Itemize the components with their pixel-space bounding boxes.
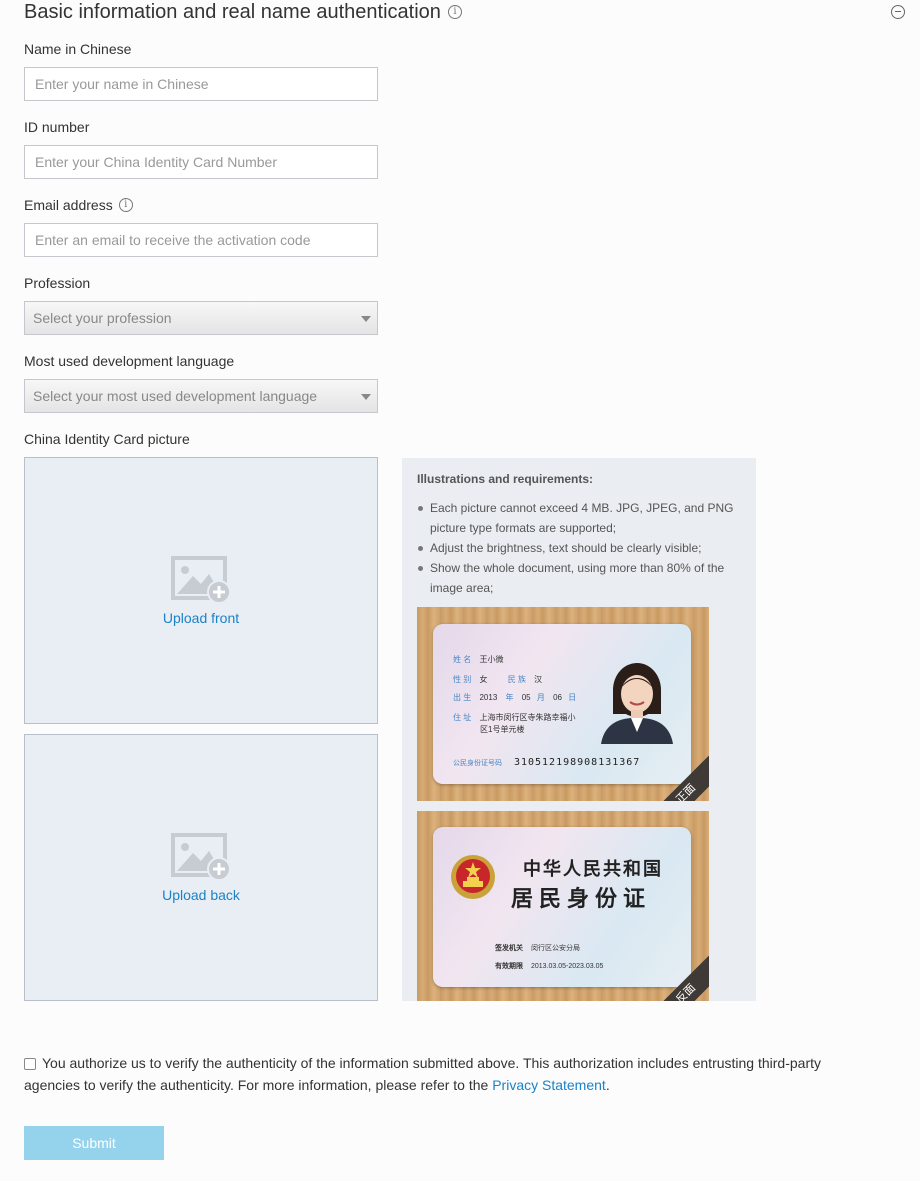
card-birth-month: 05	[521, 693, 531, 702]
profession-select-value: Select your profession	[33, 310, 172, 326]
chevron-down-icon	[361, 316, 371, 322]
email-label-text: Email address	[24, 197, 113, 213]
authorize-checkbox[interactable]	[24, 1058, 36, 1070]
authorization-statement: You authorize us to verify the authentic…	[24, 1052, 854, 1096]
illustrations-panel: Illustrations and requirements: Each pic…	[402, 458, 756, 1001]
name-label: Name in Chinese	[24, 41, 132, 57]
card-id-row: 公民身份证号码 310512198908131367	[453, 757, 640, 768]
card-valid-key: 有效期限	[495, 963, 523, 970]
list-item: Show the whole document, using more than…	[417, 558, 742, 598]
profession-label: Profession	[24, 275, 91, 291]
email-input[interactable]	[24, 223, 378, 257]
authorization-text: You authorize us to verify the authentic…	[24, 1055, 821, 1093]
card-authority-value: 闵行区公安分局	[530, 945, 580, 952]
info-icon[interactable]: i	[447, 5, 462, 19]
list-item: Adjust the brightness, text should be cl…	[417, 538, 742, 558]
id-card-back: 中华人民共和国 居民身份证 签发机关 闵行区公安分局 有效期限 2013.03.…	[433, 827, 691, 987]
card-month-key: 月	[536, 693, 545, 702]
profession-select[interactable]: Select your profession	[24, 301, 378, 335]
upload-front-area[interactable]: Upload front	[24, 457, 378, 724]
card-birth-year: 2013	[479, 693, 498, 702]
privacy-statement-link[interactable]: Privacy Statement	[492, 1077, 606, 1093]
card-ethnic-value: 汉	[534, 675, 543, 684]
submit-button[interactable]: Submit	[24, 1126, 164, 1160]
image-upload-icon	[171, 555, 231, 604]
upload-back-area[interactable]: Upload back	[24, 734, 378, 1001]
card-address-line1: 上海市闵行区寺朱路幸福小	[479, 713, 576, 722]
section-title: Basic information and real name authenti…	[24, 0, 462, 24]
id-card-front-sample: 姓 名 王小微 性 别 女 民 族 汉 出 生 2013 年 05 月 06 日…	[417, 607, 709, 801]
card-id-key: 公民身份证号码	[453, 760, 502, 767]
portrait-photo	[597, 656, 677, 744]
card-back-title1: 中华人民共和国	[523, 859, 663, 880]
language-select-value: Select your most used development langua…	[33, 388, 318, 404]
card-birth-key: 出 生	[453, 693, 472, 702]
section-title-text: Basic information and real name authenti…	[24, 0, 441, 23]
illustrations-title: Illustrations and requirements:	[417, 472, 594, 486]
card-valid-value: 2013.03.05-2023.03.05	[530, 963, 604, 970]
image-upload-icon	[171, 832, 231, 881]
info-icon[interactable]: i	[118, 198, 133, 212]
national-emblem-icon	[449, 853, 497, 901]
id-number-input[interactable]	[24, 145, 378, 179]
id-card-back-sample: 中华人民共和国 居民身份证 签发机关 闵行区公安分局 有效期限 2013.03.…	[417, 811, 709, 1001]
card-birth-day: 06	[553, 693, 563, 702]
chevron-down-icon	[361, 394, 371, 400]
card-back-title2: 居民身份证	[511, 886, 652, 912]
card-authority-key: 签发机关	[495, 945, 523, 952]
card-sex-key: 性 别	[453, 675, 472, 684]
card-year-key: 年	[505, 693, 514, 702]
card-ethnic-key: 民 族	[507, 675, 526, 684]
card-address-line2: 区1号单元楼	[480, 725, 525, 734]
id-picture-label: China Identity Card picture	[24, 431, 190, 447]
id-number-label: ID number	[24, 119, 90, 135]
upload-back-label[interactable]: Upload back	[162, 887, 240, 903]
language-label: Most used development language	[24, 353, 235, 369]
card-sex-value: 女	[479, 675, 488, 684]
card-name-key: 姓 名	[453, 655, 472, 664]
collapse-icon[interactable]	[891, 5, 905, 19]
language-select[interactable]: Select your most used development langua…	[24, 379, 378, 413]
card-address-key: 住 址	[453, 713, 472, 722]
card-day-key: 日	[568, 693, 577, 702]
upload-front-label[interactable]: Upload front	[163, 610, 239, 626]
card-id-value: 310512198908131367	[513, 757, 641, 768]
requirements-list: Each picture cannot exceed 4 MB. JPG, JP…	[417, 498, 742, 598]
card-name-value: 王小微	[479, 655, 504, 664]
authorization-end: .	[605, 1077, 610, 1093]
id-card-front: 姓 名 王小微 性 别 女 民 族 汉 出 生 2013 年 05 月 06 日…	[433, 624, 691, 784]
email-label: Email address i	[24, 197, 133, 213]
list-item: Each picture cannot exceed 4 MB. JPG, JP…	[417, 498, 742, 538]
name-input[interactable]	[24, 67, 378, 101]
